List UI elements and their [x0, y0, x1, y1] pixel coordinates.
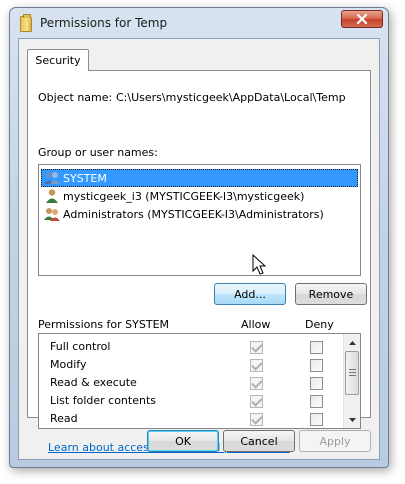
mouse-pointer-icon [252, 254, 266, 275]
list-item-mysticgeek[interactable]: mysticgeek_i3 (MYSTICGEEK-I3\mysticgeek) [41, 187, 358, 205]
allow-checkbox[interactable] [250, 413, 263, 426]
permissions-list[interactable]: Full control Modify Read & execute List … [38, 333, 361, 429]
allow-checkbox[interactable] [250, 341, 263, 354]
list-item-system[interactable]: SYSTEM [41, 169, 358, 187]
list-item-administrators[interactable]: Administrators (MYSTICGEEK-I3\Administra… [41, 205, 358, 223]
list-item-label: mysticgeek_i3 (MYSTICGEEK-I3\mysticgeek) [63, 189, 305, 203]
permissions-dialog: Permissions for Temp Security Object nam… [9, 7, 389, 468]
chevron-up-icon [348, 340, 356, 345]
scroll-down-button[interactable] [344, 411, 360, 428]
group-names-label: Group or user names: [38, 146, 158, 159]
perm-name: Read [50, 412, 78, 425]
group-user-list[interactable]: SYSTEM mysticgeek_i3 (MYSTICGEEK-I3\myst… [38, 164, 361, 276]
permissions-header: Permissions for SYSTEM [38, 318, 170, 331]
folder-icon [20, 14, 32, 32]
object-name-value: C:\Users\mysticgeek\AppData\Local\Temp [116, 91, 346, 104]
dialog-client-area: Security Object name: C:\Users\mysticgee… [18, 38, 380, 460]
add-button[interactable]: Add... [214, 283, 286, 305]
users-group-icon [44, 208, 60, 221]
window-title: Permissions for Temp [40, 16, 168, 30]
close-icon [356, 14, 368, 24]
deny-checkbox[interactable] [310, 395, 323, 408]
deny-checkbox[interactable] [310, 359, 323, 372]
perm-row-read-execute: Read & execute [39, 374, 343, 392]
deny-column-header: Deny [305, 318, 334, 331]
tab-security-label: Security [35, 54, 81, 67]
object-name-label: Object name: [38, 91, 113, 104]
perm-row-full-control: Full control [39, 338, 343, 356]
allow-checkbox[interactable] [250, 377, 263, 390]
chevron-down-icon [348, 417, 356, 422]
scroll-up-button[interactable] [344, 334, 360, 351]
user-icon [46, 189, 58, 203]
deny-checkbox[interactable] [310, 341, 323, 354]
perm-name: Modify [50, 358, 87, 371]
perm-name: Full control [50, 340, 111, 353]
perm-row-read: Read [39, 410, 343, 428]
permissions-scrollbar[interactable] [343, 334, 360, 428]
allow-checkbox[interactable] [250, 395, 263, 408]
perm-name: List folder contents [50, 394, 156, 407]
cancel-button[interactable]: Cancel [223, 430, 295, 452]
perm-name: Read & execute [50, 376, 137, 389]
apply-button[interactable]: Apply [299, 430, 371, 452]
list-item-label: SYSTEM [63, 171, 107, 185]
scroll-thumb[interactable] [345, 351, 359, 395]
perm-row-modify: Modify [39, 356, 343, 374]
allow-column-header: Allow [241, 318, 271, 331]
close-button[interactable] [341, 10, 383, 28]
deny-checkbox[interactable] [310, 377, 323, 390]
tab-security[interactable]: Security [27, 49, 89, 71]
perm-row-list-folder: List folder contents [39, 392, 343, 410]
ok-button[interactable]: OK [147, 430, 219, 452]
remove-button[interactable]: Remove [295, 283, 367, 305]
users-group-icon [44, 172, 60, 184]
list-item-label: Administrators (MYSTICGEEK-I3\Administra… [63, 207, 324, 221]
allow-checkbox[interactable] [250, 359, 263, 372]
title-bar[interactable]: Permissions for Temp [10, 8, 388, 38]
deny-checkbox[interactable] [310, 413, 323, 426]
security-tab-panel: Object name: C:\Users\mysticgeek\AppData… [27, 70, 371, 454]
